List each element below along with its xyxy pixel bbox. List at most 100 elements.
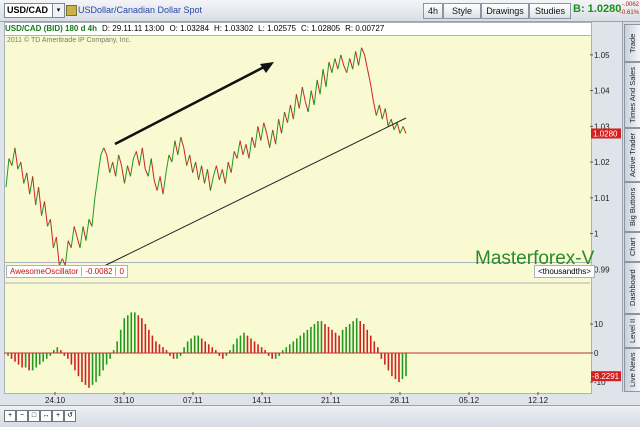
time-tick-label: 12.12 bbox=[528, 396, 549, 405]
oscillator-units: <thousandths> bbox=[534, 265, 595, 278]
price-segment bbox=[325, 61, 330, 88]
price-segment bbox=[198, 165, 203, 181]
price-segment bbox=[218, 169, 223, 181]
tab-live-news[interactable]: Live News bbox=[624, 348, 640, 392]
price-segment bbox=[156, 176, 161, 191]
price-segment bbox=[64, 240, 69, 266]
price-segment bbox=[183, 147, 188, 166]
price-segment bbox=[94, 176, 99, 198]
price-segment bbox=[26, 172, 31, 195]
osc-tick-label: 10 bbox=[594, 320, 603, 329]
price-segment bbox=[266, 133, 271, 148]
price-segment bbox=[8, 158, 13, 166]
price-segment bbox=[55, 237, 60, 266]
price-segment bbox=[73, 226, 78, 238]
oscillator-series bbox=[7, 312, 407, 388]
tab-times-and-sales[interactable]: Times And Sales bbox=[624, 62, 640, 128]
time-axis: 24.10 31.10 07.11 14.11 21.11 28.11 05.12 12.12 bbox=[45, 392, 549, 405]
price-segment bbox=[17, 161, 22, 170]
zoom-fit-icon[interactable]: □ bbox=[28, 410, 40, 422]
price-segment bbox=[23, 172, 28, 184]
price-segment bbox=[121, 165, 126, 184]
chart-canvas: 1.051.041.031.021.0110.99 100-10 24.10 31… bbox=[4, 47, 621, 405]
price-segment bbox=[251, 136, 256, 148]
oscillator-legend[interactable]: AwesomeOscillator -0.0082 0 bbox=[6, 265, 128, 278]
price-segment bbox=[307, 90, 312, 113]
price-segment bbox=[399, 126, 404, 134]
oscillator-param: 0 bbox=[119, 267, 124, 276]
price-segment bbox=[304, 101, 309, 113]
price-segment bbox=[212, 165, 217, 177]
bottom-toolbar: + − □ ↔ + ↺ bbox=[0, 405, 640, 427]
zoom-in-icon[interactable]: + bbox=[4, 410, 16, 422]
price-segment bbox=[375, 104, 380, 116]
price-segment bbox=[195, 161, 200, 181]
crosshair-icon[interactable]: + bbox=[52, 410, 64, 422]
price-tick-label: 1.05 bbox=[594, 51, 610, 60]
price-segment bbox=[286, 104, 291, 123]
price-segment bbox=[366, 69, 371, 84]
price-segment bbox=[144, 169, 149, 177]
osc-tick-label: 0 bbox=[594, 349, 599, 358]
price-segment bbox=[352, 51, 357, 70]
price-segment bbox=[5, 158, 10, 188]
pan-icon[interactable]: ↔ bbox=[40, 410, 52, 422]
price-segment bbox=[358, 47, 363, 66]
last-osc-label: -8.2291 bbox=[592, 372, 620, 381]
price-segment bbox=[124, 165, 128, 184]
price-segment bbox=[44, 201, 48, 227]
price-segment bbox=[242, 144, 247, 156]
price-segment bbox=[292, 94, 297, 120]
right-sidebar: Trade Times And Sales Active Trader Big … bbox=[622, 22, 640, 392]
price-segment bbox=[79, 226, 84, 248]
price-segment bbox=[11, 147, 16, 166]
price-segment bbox=[115, 154, 120, 177]
tab-active-trader[interactable]: Active Trader bbox=[624, 128, 640, 182]
price-segment bbox=[248, 136, 253, 159]
price-segment bbox=[284, 111, 288, 123]
price-segment bbox=[112, 161, 117, 177]
price-segment bbox=[147, 158, 152, 177]
price-segment bbox=[91, 197, 96, 227]
copyright-text: 2011 © TD Ameritrade IP Company, Inc. bbox=[7, 37, 132, 44]
price-segment bbox=[20, 162, 25, 184]
price-segment bbox=[174, 140, 179, 156]
zoom-out-icon[interactable]: − bbox=[16, 410, 28, 422]
tab-big-buttons[interactable]: Big Buttons bbox=[624, 182, 640, 232]
price-segment bbox=[260, 122, 265, 141]
tab-dashboard[interactable]: Dashboard bbox=[624, 262, 640, 314]
price-segment bbox=[29, 176, 34, 195]
price-segment bbox=[165, 154, 170, 173]
price-segment bbox=[204, 169, 208, 184]
reset-icon[interactable]: ↺ bbox=[64, 410, 76, 422]
price-segment bbox=[230, 151, 235, 173]
price-segment bbox=[334, 58, 339, 70]
price-segment bbox=[162, 172, 167, 195]
price-segment bbox=[355, 51, 360, 66]
price-segment bbox=[171, 140, 176, 163]
price-segment bbox=[103, 147, 108, 156]
price-segment bbox=[67, 240, 72, 249]
price-segment bbox=[177, 136, 182, 156]
price-segment bbox=[109, 161, 114, 173]
price-segment bbox=[322, 69, 327, 88]
price-segment bbox=[337, 54, 342, 70]
price-segment bbox=[316, 79, 321, 95]
price-segment bbox=[209, 176, 214, 191]
tab-trade[interactable]: Trade bbox=[624, 24, 640, 62]
price-tick-label: 1 bbox=[594, 230, 599, 239]
last-price-label: 1.0280 bbox=[593, 129, 618, 138]
price-segment bbox=[129, 158, 134, 177]
price-segment bbox=[361, 47, 365, 56]
price-segment bbox=[257, 126, 262, 141]
price-segment bbox=[70, 226, 75, 248]
price-tick-label: 0.99 bbox=[594, 265, 610, 274]
tab-chart[interactable]: Chart bbox=[624, 232, 640, 262]
price-segment bbox=[298, 86, 303, 109]
price-segment bbox=[245, 144, 250, 159]
price-segment bbox=[281, 111, 286, 134]
trend-arrow[interactable] bbox=[114, 64, 267, 146]
price-segment bbox=[301, 86, 306, 102]
price-segment bbox=[364, 54, 368, 70]
tab-level-ii[interactable]: Level II bbox=[624, 314, 640, 348]
